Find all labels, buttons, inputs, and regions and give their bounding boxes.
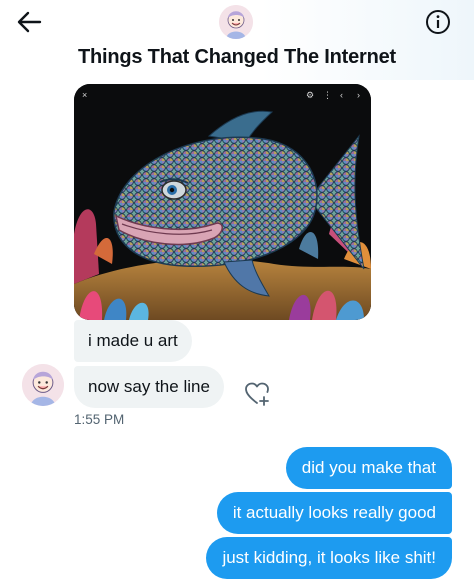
cartoon-avatar-icon [219, 5, 253, 39]
message-timestamp: 1:55 PM [74, 412, 125, 427]
cartoon-avatar-icon [22, 364, 64, 406]
incoming-message[interactable]: i made u art [74, 320, 192, 362]
info-icon[interactable] [425, 9, 451, 35]
conversation-header: Things That Changed The Internet [0, 0, 474, 80]
outgoing-message[interactable]: did you make that [285, 447, 452, 489]
incoming-message[interactable]: now say the line [74, 366, 224, 408]
conversation-title: Things That Changed The Internet [77, 46, 397, 68]
fish-painting-image [74, 84, 371, 320]
header-avatar[interactable] [219, 5, 253, 39]
media-close-icon[interactable]: × [82, 90, 87, 100]
art-image[interactable]: × ⚙ ⋮ ‹ › [74, 84, 371, 320]
media-next-icon[interactable]: › [357, 90, 360, 100]
outgoing-message[interactable]: it actually looks really good [216, 492, 452, 534]
outgoing-message[interactable]: just kidding, it looks like shit! [206, 537, 452, 579]
arrow-left-icon[interactable] [16, 10, 42, 34]
media-settings-icon[interactable]: ⚙ [306, 90, 314, 100]
media-prev-icon[interactable]: ‹ [340, 90, 343, 100]
add-reaction-icon[interactable] [243, 380, 271, 408]
media-more-icon[interactable]: ⋮ [323, 90, 332, 100]
sender-avatar[interactable] [22, 364, 64, 406]
